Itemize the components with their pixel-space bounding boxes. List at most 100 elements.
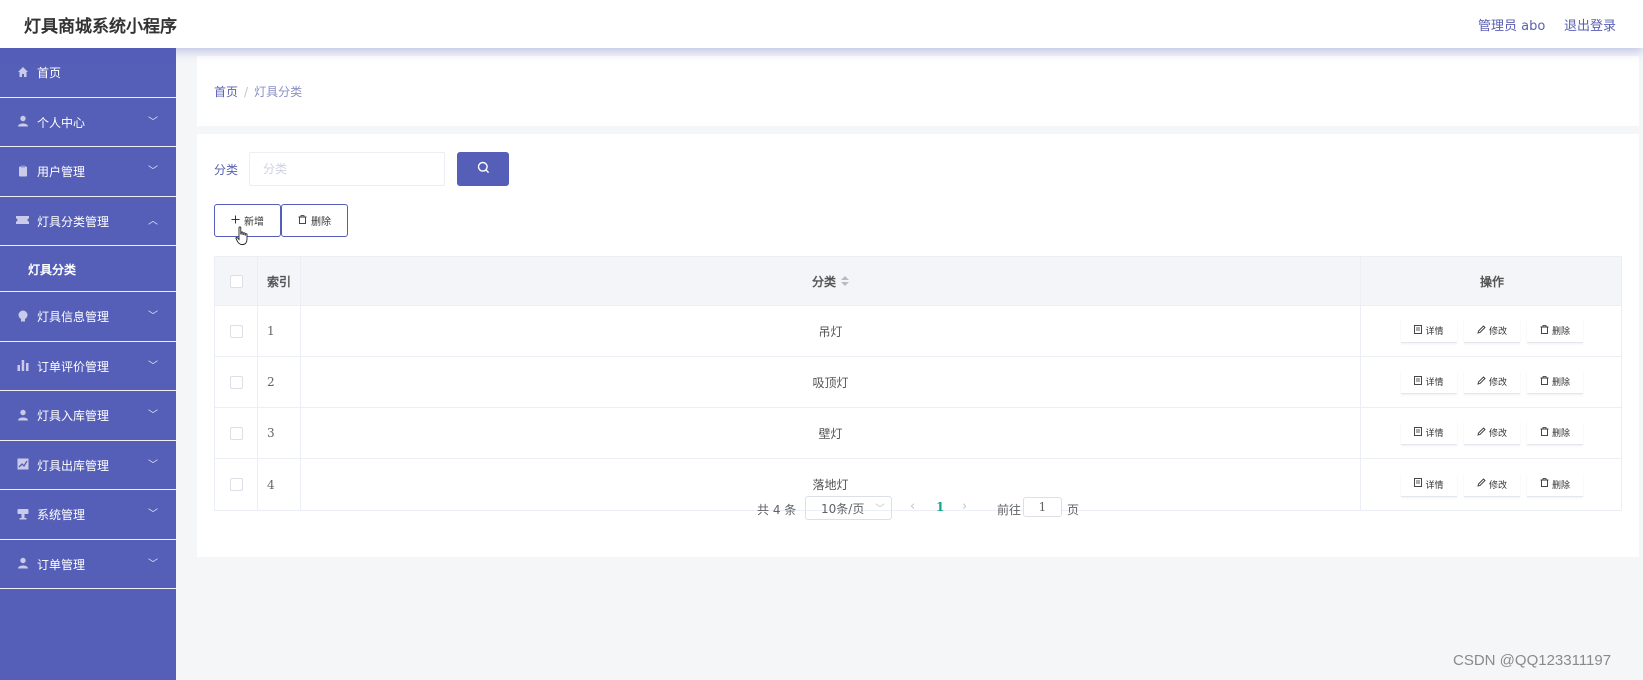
row-select-cell	[215, 357, 258, 407]
edit-button[interactable]: 修改	[1464, 319, 1520, 343]
line-chart-icon	[16, 458, 29, 471]
breadcrumb-home-link[interactable]: 首页	[214, 85, 238, 99]
delete-label: 删除	[1551, 480, 1570, 491]
row-checkbox[interactable]	[229, 375, 243, 389]
logout-link[interactable]: 退出登录	[1564, 15, 1616, 34]
detail-button[interactable]: 详情	[1401, 370, 1457, 394]
select-all-checkbox[interactable]	[229, 274, 243, 288]
chevron-down-icon: ﹀	[875, 504, 885, 515]
edit-pencil-icon	[1477, 324, 1486, 337]
sidebar-item-lamp-stock-out-management[interactable]: 灯具出库管理 ﹀	[0, 441, 176, 490]
search-button[interactable]	[457, 152, 509, 186]
row-operations: 详情 修改 删除	[1361, 408, 1623, 458]
detail-button[interactable]: 详情	[1401, 472, 1457, 497]
row-operations: 详情 修改 删除	[1361, 357, 1623, 407]
sidebar-subitem-lamp-category[interactable]: 灯具分类	[0, 246, 176, 292]
sidebar-item-order-management[interactable]: 订单管理 ﹀	[0, 540, 176, 589]
sidebar-item-lamp-category-management[interactable]: 灯具分类管理 ︿	[0, 197, 176, 246]
next-page-button[interactable]: ›	[962, 499, 967, 514]
sidebar-item-personal-center[interactable]: 个人中心 ﹀	[0, 98, 176, 147]
row-index: 1	[258, 306, 301, 356]
sidebar-item-label: 灯具分类管理	[37, 214, 110, 229]
page-number-current[interactable]: 1	[936, 500, 944, 514]
detail-button[interactable]: 详情	[1401, 319, 1457, 343]
delete-label: 删除	[1551, 378, 1570, 388]
main-content-panel: 分类 新增 删除 索引 分类 操作 1	[197, 134, 1639, 557]
category-table: 索引 分类 操作 1 吊灯 详情 修改 删除 2 吸顶灯 详情 修改 删除 3 …	[214, 256, 1622, 511]
row-checkbox[interactable]	[229, 324, 243, 338]
edit-label: 修改	[1488, 480, 1507, 491]
cup-icon	[16, 507, 29, 520]
edit-label: 修改	[1488, 327, 1507, 337]
sidebar-item-user-management[interactable]: 用户管理 ﹀	[0, 147, 176, 197]
header-category[interactable]: 分类	[301, 257, 1361, 305]
trash-icon	[1540, 324, 1549, 337]
batch-delete-button[interactable]: 删除	[281, 204, 348, 237]
document-icon	[1414, 478, 1423, 490]
sidebar-item-label: 首页	[37, 66, 62, 80]
trash-icon	[1540, 426, 1549, 439]
delete-button[interactable]: 删除	[1527, 370, 1583, 394]
delete-button[interactable]: 删除	[1527, 472, 1583, 497]
sidebar-item-label: 灯具入库管理	[37, 409, 110, 423]
search-label: 分类	[214, 163, 239, 177]
sidebar-item-order-review-management[interactable]: 订单评价管理 ﹀	[0, 342, 176, 391]
chevron-down-icon: ﹀	[148, 360, 158, 372]
sidebar-item-label: 订单管理	[37, 557, 86, 572]
header-index: 索引	[258, 257, 301, 305]
document-icon	[1414, 324, 1423, 337]
goto-label: 前往	[997, 503, 1022, 517]
document-icon	[1414, 375, 1423, 388]
edit-button[interactable]: 修改	[1464, 370, 1520, 394]
document-icon	[1414, 426, 1423, 439]
edit-pencil-icon	[1477, 375, 1486, 388]
row-category: 壁灯	[301, 408, 1361, 458]
delete-button[interactable]: 删除	[1527, 421, 1583, 445]
row-checkbox[interactable]	[229, 426, 243, 440]
pagination-total: 共 4 条	[757, 503, 797, 517]
detail-button[interactable]: 详情	[1401, 421, 1457, 445]
watermark: CSDN @QQ123311197	[1453, 652, 1612, 669]
header-category-label: 分类	[811, 274, 836, 289]
category-search-input[interactable]	[249, 152, 445, 186]
chevron-down-icon: ﹀	[148, 558, 158, 570]
search-icon	[477, 161, 490, 177]
sidebar-item-label: 灯具信息管理	[37, 310, 110, 324]
clipboard-icon	[16, 164, 29, 177]
goto-page-input[interactable]	[1023, 497, 1062, 517]
prev-page-button[interactable]: ‹	[910, 499, 915, 514]
edit-label: 修改	[1488, 429, 1507, 439]
delete-label: 删除	[1551, 429, 1570, 439]
sidebar-item-lamp-info-management[interactable]: 灯具信息管理 ﹀	[0, 292, 176, 342]
detail-label: 详情	[1425, 378, 1444, 388]
row-checkbox[interactable]	[229, 478, 243, 491]
chevron-down-icon: ﹀	[148, 311, 158, 322]
chevron-down-icon: ﹀	[148, 459, 158, 471]
page-size-value: 10条/页	[821, 501, 865, 516]
edit-button[interactable]: 修改	[1464, 421, 1520, 445]
detail-label: 详情	[1425, 480, 1444, 491]
breadcrumb-current: 灯具分类	[254, 85, 303, 99]
delete-button[interactable]: 删除	[1527, 319, 1583, 343]
sort-icon[interactable]	[841, 276, 849, 286]
user-icon	[16, 408, 29, 421]
bar-chart-icon	[16, 359, 29, 372]
row-index: 2	[258, 357, 301, 407]
header-operations: 操作	[1479, 274, 1504, 289]
user-icon	[16, 115, 29, 128]
edit-button[interactable]: 修改	[1464, 472, 1520, 497]
sidebar-item-system-management[interactable]: 系统管理 ﹀	[0, 490, 176, 540]
row-select-cell	[215, 408, 258, 458]
ticket-icon	[16, 214, 29, 227]
chevron-down-icon: ﹀	[148, 116, 158, 128]
row-select-cell	[215, 306, 258, 356]
sidebar-item-home[interactable]: 首页	[0, 48, 176, 98]
table-row: 1 吊灯 详情 修改 删除	[215, 306, 1621, 357]
chevron-down-icon: ﹀	[148, 410, 158, 421]
plus-icon	[231, 215, 240, 227]
home-icon	[16, 65, 29, 78]
row-index: 3	[258, 408, 301, 458]
sidebar-item-lamp-stock-in-management[interactable]: 灯具入库管理 ﹀	[0, 391, 176, 441]
page-size-select[interactable]: 10条/页 ﹀	[805, 496, 892, 520]
table-row: 2 吸顶灯 详情 修改 删除	[215, 357, 1621, 408]
